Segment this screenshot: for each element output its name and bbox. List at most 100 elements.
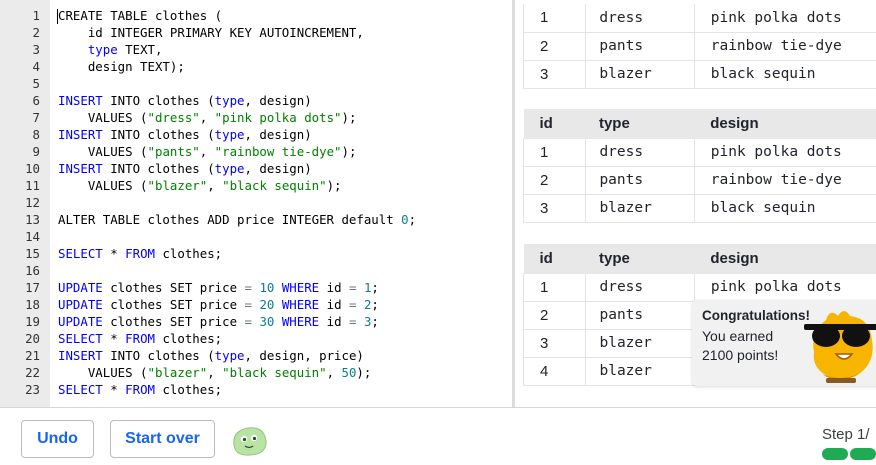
cell-design: pink polka dots	[694, 138, 876, 167]
code-editor[interactable]: 1 CREATE TABLE clothes (2 id INTEGER PRIM…	[0, 0, 512, 407]
progress-segment	[822, 448, 848, 460]
code-token: WHERE	[281, 297, 320, 312]
code-token: , design, price)	[244, 348, 364, 363]
line-number: 22	[25, 365, 40, 380]
code-line[interactable]: 5	[0, 75, 512, 92]
cell-design: black sequin	[694, 194, 876, 223]
cell-id: 3	[522, 194, 587, 223]
code-line[interactable]: 2 id INTEGER PRIMARY KEY AUTOINCREMENT,	[0, 24, 512, 41]
code-line[interactable]: 9 VALUES ("pants", "rainbow tie-dye");	[0, 143, 512, 160]
code-line[interactable]: 4 design TEXT);	[0, 58, 512, 75]
step-progress-bar	[822, 448, 876, 460]
code-token: 10	[259, 280, 275, 295]
code-token: id INTEGER PRIMARY KEY AUTOINCREMENT,	[58, 25, 364, 40]
code-line[interactable]: 7 VALUES ("dress", "pink polka dots");	[0, 109, 512, 126]
line-text: CREATE TABLE clothes (	[58, 7, 222, 24]
line-number: 4	[32, 59, 40, 74]
column-header-id: id	[523, 244, 586, 274]
code-token: INTO clothes (	[102, 161, 215, 176]
code-token: clothes SET price	[102, 297, 245, 312]
code-line[interactable]: 13 ALTER TABLE clothes ADD price INTEGER …	[0, 211, 512, 228]
code-token: , design)	[244, 127, 312, 142]
code-token: , design)	[244, 93, 312, 108]
line-text: SELECT * FROM clothes;	[58, 381, 222, 398]
code-line[interactable]: 12	[0, 194, 512, 211]
cell-type: dress	[585, 138, 695, 167]
line-number: 12	[25, 195, 40, 210]
code-line[interactable]: 21 INSERT INTO clothes (type, design, pri…	[0, 347, 512, 364]
code-token: ,	[207, 178, 223, 193]
cell-type: dress	[585, 273, 695, 302]
code-line[interactable]: 16	[0, 262, 512, 279]
code-line[interactable]: 11 VALUES ("blazer", "black sequin");	[0, 177, 512, 194]
table-header-row: id type design	[523, 109, 876, 139]
code-token: );	[356, 365, 372, 380]
code-line[interactable]: 17 UPDATE clothes SET price = 10 WHERE id…	[0, 279, 512, 296]
cell-id: 3	[522, 329, 587, 358]
code-token: INTO clothes (	[102, 127, 215, 142]
code-token: INTO clothes (	[102, 348, 215, 363]
start-over-button[interactable]: Start over	[110, 420, 215, 458]
code-token: ,	[207, 365, 223, 380]
code-line[interactable]: 10 INSERT INTO clothes (type, design)	[0, 160, 512, 177]
column-header-type: type	[585, 244, 695, 274]
toast-body: You earned 2100 points!	[702, 328, 779, 363]
code-token: );	[341, 144, 357, 159]
line-text: INSERT INTO clothes (type, design, price…	[58, 347, 364, 364]
code-line[interactable]: 3 type TEXT,	[0, 41, 512, 58]
code-line[interactable]: 20 SELECT * FROM clothes;	[0, 330, 512, 347]
cell-id: 1	[522, 138, 587, 167]
undo-button[interactable]: Undo	[21, 420, 94, 458]
cell-design: black sequin	[694, 60, 876, 89]
line-number: 11	[25, 178, 40, 193]
code-line[interactable]: 23 SELECT * FROM clothes;	[0, 381, 512, 398]
code-line[interactable]: 1 CREATE TABLE clothes (	[0, 7, 512, 24]
code-token: "blazer"	[147, 178, 208, 193]
cell-design: pink polka dots	[694, 4, 876, 33]
line-text: INSERT INTO clothes (type, design)	[58, 92, 312, 109]
code-token: "black sequin"	[222, 178, 327, 193]
code-token: INSERT	[58, 93, 103, 108]
line-text: INSERT INTO clothes (type, design)	[58, 160, 312, 177]
line-text: SELECT * FROM clothes;	[58, 330, 222, 347]
code-line[interactable]: 22 VALUES ("blazer", "black sequin", 50)…	[0, 364, 512, 381]
code-token: "pink polka dots"	[214, 110, 342, 125]
line-number: 16	[25, 263, 40, 278]
code-line[interactable]: 14	[0, 228, 512, 245]
line-text: VALUES ("blazer", "black sequin");	[58, 177, 342, 194]
code-token: "blazer"	[147, 365, 208, 380]
code-token: ;	[408, 212, 417, 227]
code-token: type	[214, 127, 245, 142]
code-line[interactable]: 18 UPDATE clothes SET price = 20 WHERE id…	[0, 296, 512, 313]
code-token: ,	[326, 365, 342, 380]
cell-id: 2	[522, 301, 587, 330]
green-blob-avatar-icon[interactable]	[230, 425, 268, 457]
code-token: , design)	[244, 161, 312, 176]
cell-design: rainbow tie-dye	[694, 32, 876, 61]
line-number: 17	[25, 280, 40, 295]
line-text: UPDATE clothes SET price = 20 WHERE id =…	[58, 296, 379, 313]
line-text: VALUES ("blazer", "black sequin", 50);	[58, 364, 372, 381]
line-text: ALTER TABLE clothes ADD price INTEGER de…	[58, 211, 416, 228]
code-token: ;	[371, 314, 379, 329]
code-token: SELECT	[58, 331, 103, 346]
progress-segment	[850, 448, 876, 460]
cool-orange-mascot-icon	[804, 311, 876, 383]
line-number: 1	[32, 8, 40, 23]
code-token: INSERT	[58, 127, 103, 142]
code-token: *	[102, 382, 126, 397]
code-token: 50	[341, 365, 357, 380]
code-token: "rainbow tie-dye"	[214, 144, 342, 159]
code-line[interactable]: 15 SELECT * FROM clothes;	[0, 245, 512, 262]
code-line[interactable]: 19 UPDATE clothes SET price = 30 WHERE id…	[0, 313, 512, 330]
line-number: 18	[25, 297, 40, 312]
table-row: 1 dress pink polka dots	[522, 273, 876, 302]
cell-type: dress	[585, 4, 695, 33]
column-header-design: design	[694, 244, 876, 274]
code-area[interactable]: 1 CREATE TABLE clothes (2 id INTEGER PRIM…	[0, 7, 512, 398]
code-line[interactable]: 6 INSERT INTO clothes (type, design)	[0, 92, 512, 109]
code-line[interactable]: 8 INSERT INTO clothes (type, design)	[0, 126, 512, 143]
